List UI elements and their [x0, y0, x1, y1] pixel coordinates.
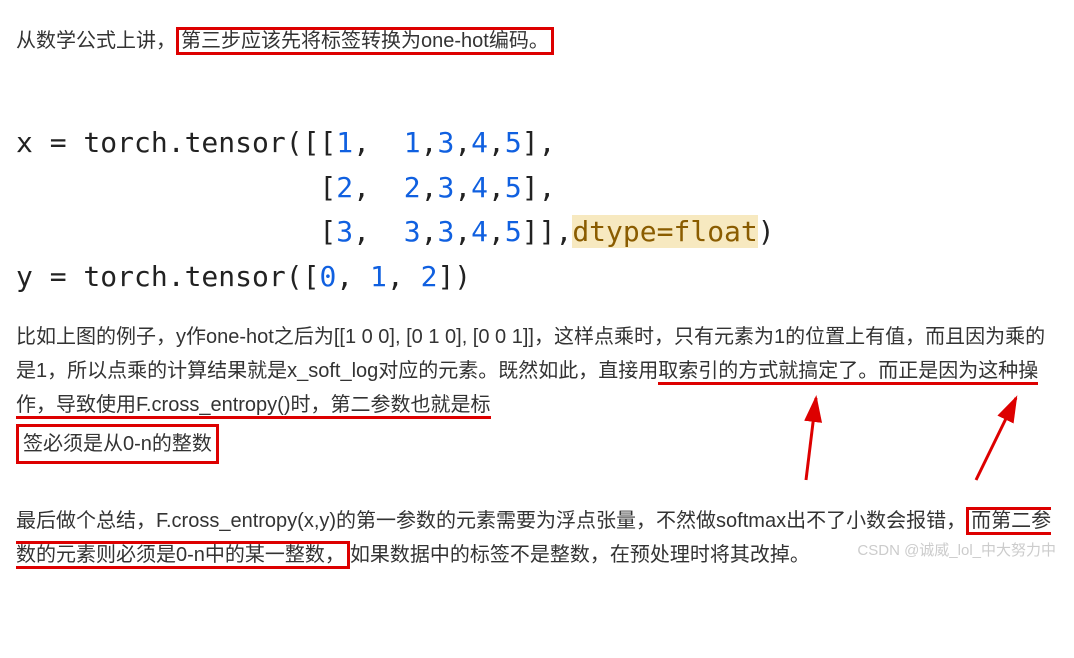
- code-line2: [2, 2,3,4,5],: [16, 171, 555, 204]
- para2-t2-underline: 取索引的方式就搞定了。: [658, 360, 878, 385]
- paragraph-2: 比如上图的例子，y作one-hot之后为[[1 0 0], [0 1 0], […: [16, 320, 1058, 464]
- dtype-highlight: dtype=float: [572, 215, 757, 248]
- code-line3: [3, 3,3,4,5]],dtype=float): [16, 215, 775, 248]
- para3-t1: 最后做个总结，F.cross_entropy(x,y)的第一参数的元素需要为浮点…: [16, 510, 966, 532]
- para1-highlight-box: 第三步应该先将标签转换为one-hot编码。: [176, 27, 554, 55]
- para3-t3: 如果数据中的标签不是整数，在预处理时将其改掉。: [350, 544, 810, 566]
- code-line1: x = torch.tensor([[1, 1,3,4,5],: [16, 126, 555, 159]
- para1-before: 从数学公式上讲，: [16, 30, 176, 52]
- code-block: x = torch.tensor([[1, 1,3,4,5], [2, 2,3,…: [16, 76, 1058, 300]
- paragraph-1: 从数学公式上讲，第三步应该先将标签转换为one-hot编码。: [16, 24, 1058, 58]
- paragraph-3: 最后做个总结，F.cross_entropy(x,y)的第一参数的元素需要为浮点…: [16, 504, 1058, 572]
- para2-t4-box: 签必须是从0-n的整数: [16, 424, 219, 464]
- code-line4: y = torch.tensor([0, 1, 2]): [16, 260, 471, 293]
